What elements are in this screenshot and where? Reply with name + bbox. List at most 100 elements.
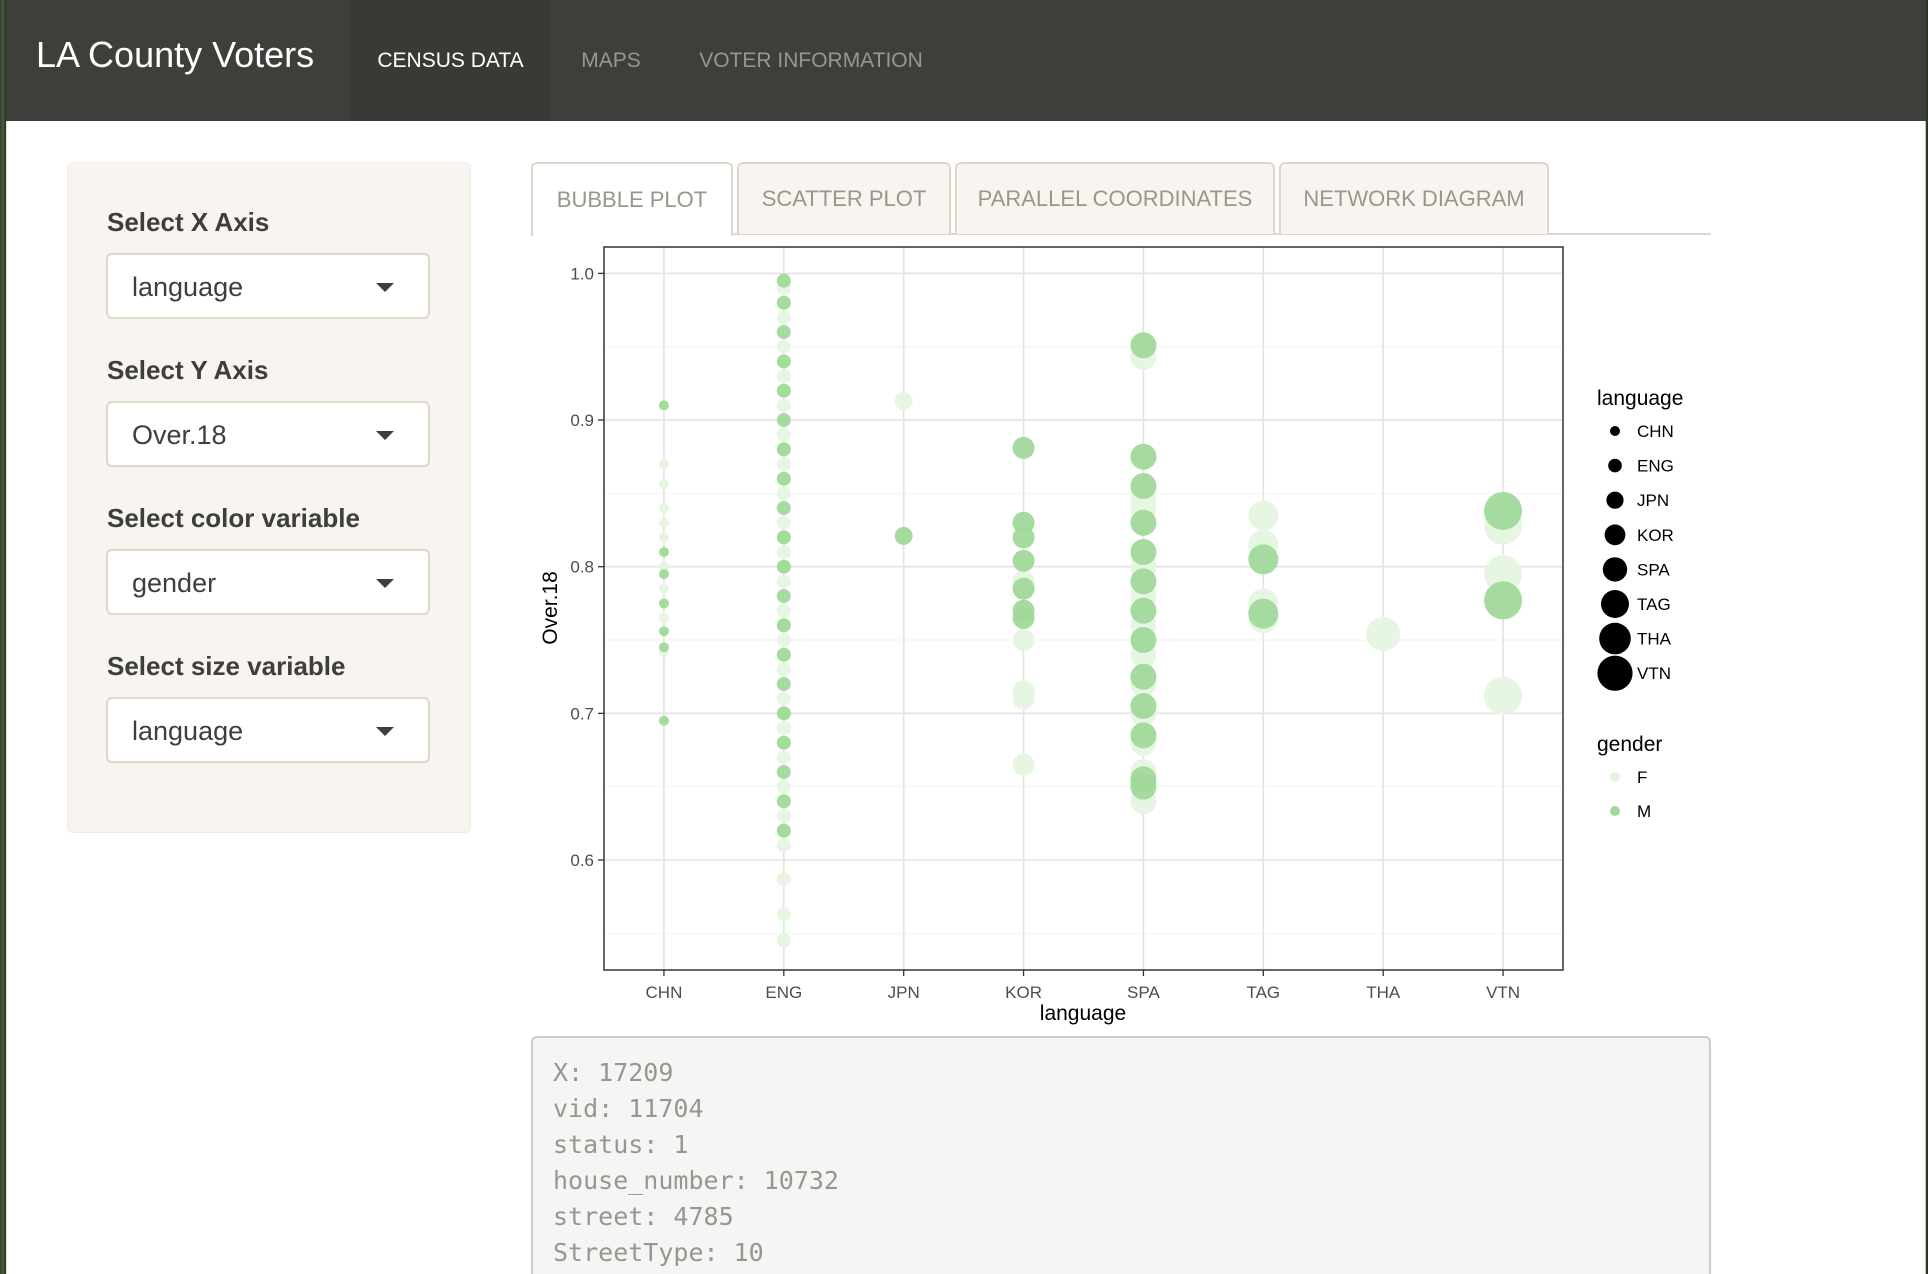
tab-bubble-plot[interactable]: BUBBLE PLOT <box>531 162 733 236</box>
tab-scatter-plot[interactable]: SCATTER PLOT <box>737 162 951 234</box>
size-legend-label: KOR <box>1637 526 1674 545</box>
data-point-f <box>776 872 791 887</box>
data-point-f <box>776 721 791 736</box>
data-point-m <box>1012 577 1035 600</box>
color-variable-value: gender <box>132 568 217 598</box>
size-legend-label: JPN <box>1637 491 1669 510</box>
data-point-f <box>894 391 913 410</box>
output-line: status: 1 <box>553 1130 689 1159</box>
output-line: StreetType: 10 <box>553 1238 764 1267</box>
data-point-m <box>776 706 791 721</box>
output-line: house_number: 10732 <box>553 1166 839 1195</box>
data-point-m <box>658 626 669 637</box>
size-legend-label: VTN <box>1637 664 1671 683</box>
data-point-f <box>776 933 791 948</box>
output-line: vid: 11704 <box>553 1094 704 1123</box>
size-variable-select[interactable]: language <box>106 697 430 763</box>
data-point-m <box>776 295 791 310</box>
y-tick-label: 0.8 <box>570 558 594 577</box>
data-point-m <box>1484 581 1523 620</box>
data-point-f <box>658 613 669 624</box>
data-point-f <box>776 310 791 325</box>
tab-network-diagram[interactable]: NETWORK DIAGRAM <box>1279 162 1549 234</box>
navbar: LA County Voters CENSUS DATA MAPS VOTER … <box>6 0 1926 121</box>
size-legend-label: ENG <box>1637 457 1674 476</box>
data-point-f <box>1012 753 1035 776</box>
data-point-m <box>776 530 791 545</box>
data-point-m <box>776 794 791 809</box>
y-tick-label: 0.6 <box>570 851 594 870</box>
y-tick-label: 1.0 <box>570 264 594 283</box>
plot-panel-background <box>604 247 1563 970</box>
data-point-m <box>776 413 791 428</box>
sidebar-panel: Select X Axis language Select Y Axis Ove… <box>67 162 471 833</box>
nav-voter-information[interactable]: VOTER INFORMATION <box>671 0 951 121</box>
data-point-f <box>776 515 791 530</box>
data-point-m <box>776 383 791 398</box>
data-point-f <box>658 503 669 514</box>
size-legend-label: THA <box>1637 630 1672 649</box>
x-tick-label: KOR <box>1005 983 1042 1002</box>
y-tick-label: 0.7 <box>570 704 594 723</box>
data-point-m <box>1130 332 1157 359</box>
data-point-m <box>1130 473 1157 500</box>
data-point-m <box>1248 544 1279 575</box>
x-axis-value: language <box>132 272 244 302</box>
color-variable-select[interactable]: gender <box>106 549 430 615</box>
x-axis-select[interactable]: language <box>106 253 430 319</box>
y-tick-label: 0.9 <box>570 411 594 430</box>
data-point-m <box>658 715 669 726</box>
data-point-m <box>776 765 791 780</box>
size-legend-key <box>1608 458 1622 473</box>
data-point-m <box>776 442 791 457</box>
y-axis-select[interactable]: Over.18 <box>106 401 430 467</box>
data-point-m <box>658 569 669 580</box>
legends: language gender CHN ENG JPN KOR SPA TAG THA VTN… <box>1597 387 1683 821</box>
data-point-f <box>776 603 791 618</box>
caret-down-icon <box>376 579 394 588</box>
size-legend-key <box>1599 622 1631 655</box>
caret-down-icon <box>376 727 394 736</box>
data-point-m <box>1130 509 1157 536</box>
data-point-m <box>776 471 791 486</box>
data-point-m <box>776 559 791 574</box>
data-point-f <box>658 583 669 594</box>
data-point-m <box>776 735 791 750</box>
data-point-f <box>658 532 669 543</box>
data-point-m <box>1484 491 1523 530</box>
data-point-m <box>1130 597 1157 624</box>
data-point-m <box>776 677 791 692</box>
data-point-m <box>1012 436 1035 459</box>
x-tick-label: CHN <box>646 983 683 1002</box>
nav-maps[interactable]: MAPS <box>551 0 671 121</box>
output-line: street: 4785 <box>553 1202 734 1231</box>
data-point-m <box>776 325 791 340</box>
x-tick-label: TAG <box>1246 983 1280 1002</box>
data-point-f <box>776 574 791 589</box>
size-legend-label: TAG <box>1637 595 1671 614</box>
data-point-m <box>1130 663 1157 690</box>
size-legend-key <box>1597 655 1633 691</box>
caret-down-icon <box>376 431 394 440</box>
size-legend-label: SPA <box>1637 560 1670 579</box>
size-legend-key <box>1601 590 1629 618</box>
nav-census-data[interactable]: CENSUS DATA <box>350 0 551 121</box>
brand-title[interactable]: LA County Voters <box>36 34 314 76</box>
data-point-f <box>776 545 791 560</box>
data-point-f <box>776 691 791 706</box>
y-axis-value: Over.18 <box>132 420 227 450</box>
data-point-f <box>776 907 791 922</box>
x-tick-label: VTN <box>1486 983 1520 1002</box>
data-point-m <box>658 547 669 558</box>
data-point-f <box>1248 500 1279 531</box>
x-tick-label: SPA <box>1127 983 1160 1002</box>
color-variable-label: Select color variable <box>107 503 360 533</box>
x-tick-label: ENG <box>765 983 802 1002</box>
data-point-f <box>776 779 791 794</box>
tab-parallel-coordinates[interactable]: PARALLEL COORDINATES <box>955 162 1275 234</box>
data-point-f <box>776 662 791 677</box>
color-legend-title: gender <box>1597 733 1662 756</box>
data-point-m <box>776 273 791 288</box>
data-point-m <box>1012 549 1035 572</box>
y-axis-title: Over.18 <box>539 571 562 645</box>
